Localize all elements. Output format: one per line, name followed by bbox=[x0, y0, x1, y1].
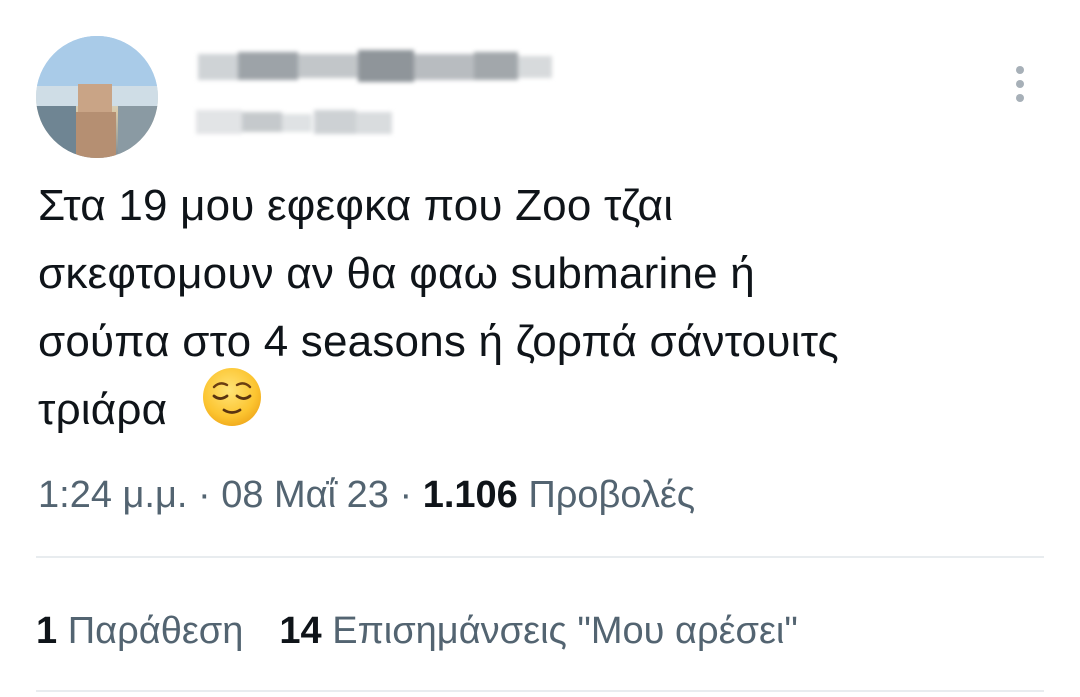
divider bbox=[36, 556, 1044, 558]
tweet-time[interactable]: 1:24 μ.μ. bbox=[38, 474, 187, 516]
relieved-face-emoji bbox=[202, 367, 262, 447]
tweet-meta: 1:24 μ.μ. · 08 Μαΐ 23 · 1.106 Προβολές bbox=[38, 468, 695, 522]
likes-stat[interactable]: 14 Επισημάνσεις "Μου αρέσει" bbox=[279, 610, 797, 652]
divider bbox=[36, 690, 1044, 692]
quotes-stat[interactable]: 1 Παράθεση bbox=[36, 610, 243, 652]
blurred-handle[interactable] bbox=[196, 102, 396, 142]
quotes-label: Παράθεση bbox=[67, 610, 244, 652]
tweet-text-last-words: τριάρα bbox=[38, 385, 168, 434]
meta-separator: · bbox=[197, 474, 211, 516]
tweet-stats: 1 Παράθεση 14 Επισημάνσεις "Μου αρέσει" bbox=[36, 604, 798, 658]
meta-separator: · bbox=[399, 474, 413, 516]
tweet-header bbox=[0, 0, 1080, 170]
more-dot bbox=[1016, 66, 1024, 74]
avatar[interactable] bbox=[36, 36, 158, 158]
tweet-text-line: σούπα στο 4 seasons ή ζορπά σάντουιτς bbox=[38, 317, 839, 366]
views-count: 1.106 bbox=[422, 474, 518, 516]
quotes-count: 1 bbox=[36, 610, 58, 652]
tweet-text: Στα 19 μου εφεφκα που Zoo τζαι σκεφτομου… bbox=[38, 172, 1048, 447]
views-label: Προβολές bbox=[528, 474, 696, 516]
more-dot bbox=[1016, 80, 1024, 88]
likes-label: Επισημάνσεις "Μου αρέσει" bbox=[332, 610, 798, 652]
more-vertical-icon[interactable] bbox=[1004, 62, 1036, 106]
more-dot bbox=[1016, 94, 1024, 102]
blurred-display-name[interactable] bbox=[190, 44, 558, 86]
tweet-date[interactable]: 08 Μαΐ 23 bbox=[221, 474, 389, 516]
tweet-text-line: τριάρα bbox=[38, 368, 1048, 447]
tweet-text-line: Στα 19 μου εφεφκα που Zoo τζαι bbox=[38, 181, 674, 230]
likes-count: 14 bbox=[279, 610, 322, 652]
tweet-text-line: σκεφτομουν αν θα φαω submarine ή bbox=[38, 249, 755, 298]
